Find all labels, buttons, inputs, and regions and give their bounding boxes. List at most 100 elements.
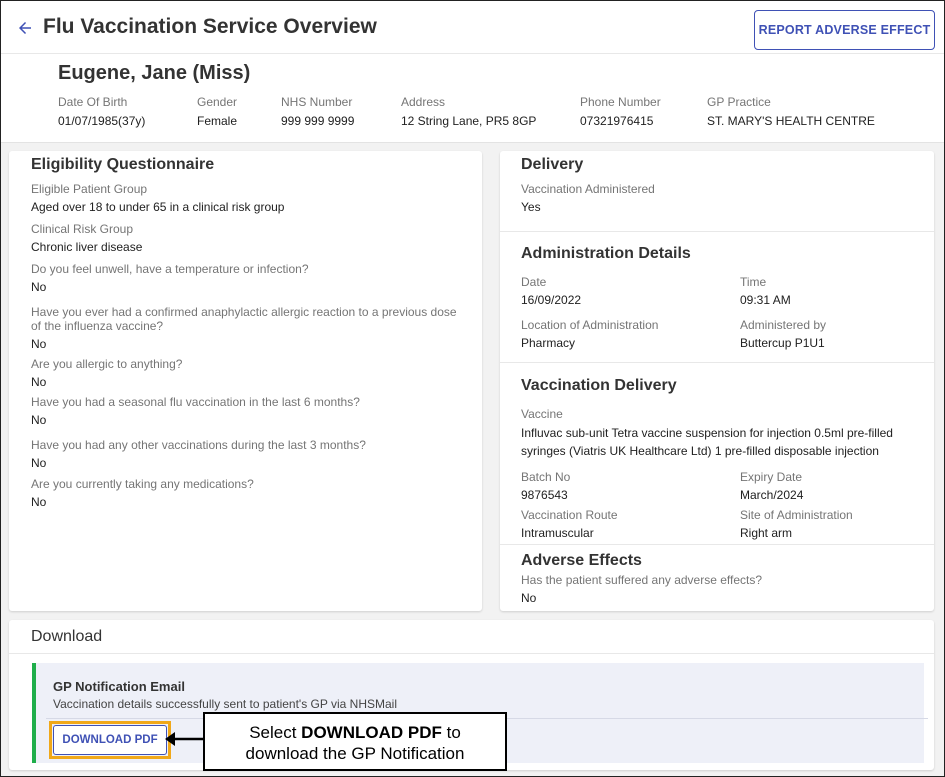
field-value: 9876543 (521, 488, 568, 502)
callout-line-1: Select DOWNLOAD PDF to (205, 722, 505, 743)
expiry-date: Expiry Date March/2024 (740, 470, 803, 502)
adverse-effects-question: Has the patient suffered any adverse eff… (521, 573, 762, 605)
field-label: Has the patient suffered any adverse eff… (521, 573, 763, 587)
field-label: Expiry Date (740, 470, 803, 484)
field-value: No (521, 591, 537, 605)
notification-title: GP Notification Email (53, 679, 185, 694)
divider (9, 653, 934, 654)
divider (500, 362, 934, 363)
page-header: Flu Vaccination Service Overview REPORT … (1, 1, 944, 143)
field-value: March/2024 (740, 488, 804, 502)
page-title: Flu Vaccination Service Overview (43, 15, 377, 38)
field-value: Right arm (740, 526, 793, 540)
field-value: Influvac sub-unit Tetra vaccine suspensi… (521, 426, 893, 458)
delivery-card: Delivery Vaccination Administered Yes Ad… (500, 151, 934, 611)
vaccination-delivery-title: Vaccination Delivery (521, 377, 677, 394)
field-value: 07321976415 (580, 114, 654, 128)
question: Are you currently taking any medications… (31, 477, 254, 491)
question: Have you had a seasonal flu vaccination … (31, 395, 360, 409)
field-label: Vaccination Administered (521, 182, 655, 196)
field-label: Administered by (740, 318, 827, 332)
administration-time: Time 09:31 AM (740, 275, 791, 307)
eligibility-item: Have you had a seasonal flu vaccination … (31, 395, 360, 427)
question: Do you feel unwell, have a temperature o… (31, 262, 309, 276)
instruction-callout: Select DOWNLOAD PDF to download the GP N… (203, 712, 507, 771)
vaccination-route: Vaccination Route Intramuscular (521, 508, 618, 540)
administration-location: Location of Administration Pharmacy (521, 318, 658, 350)
site-of-administration: Site of Administration Right arm (740, 508, 853, 540)
divider (500, 231, 934, 232)
callout-prefix: Select (249, 723, 302, 742)
eligibility-item: Have you had any other vaccinations duri… (31, 438, 366, 470)
eligibility-item: Do you feel unwell, have a temperature o… (31, 262, 309, 294)
callout-bold: DOWNLOAD PDF (301, 723, 442, 742)
eligibility-item: Eligible Patient Group Aged over 18 to u… (31, 182, 284, 214)
field-label: Site of Administration (740, 508, 853, 522)
field-label: NHS Number (281, 95, 353, 109)
patient-dob: Date Of Birth 01/07/1985(37y) (58, 95, 145, 128)
question: Eligible Patient Group (31, 182, 148, 196)
answer: No (31, 375, 47, 389)
field-label: Phone Number (580, 95, 661, 109)
field-value: 09:31 AM (740, 293, 791, 307)
notification-text: Vaccination details successfully sent to… (53, 697, 398, 711)
field-label: Gender (197, 95, 238, 109)
question: Have you had any other vaccinations duri… (31, 438, 366, 452)
answer: No (31, 280, 47, 294)
answer: No (31, 413, 47, 427)
eligibility-item: Have you ever had a confirmed anaphylact… (31, 305, 461, 351)
field-label: Date (521, 275, 547, 289)
field-value: Yes (521, 200, 541, 214)
callout-arrow-icon (165, 732, 203, 746)
arrow-back-icon[interactable] (16, 19, 34, 37)
callout-line-2: download the GP Notification (245, 744, 465, 763)
field-label: GP Practice (707, 95, 771, 109)
answer: No (31, 495, 47, 509)
field-label: Address (401, 95, 446, 109)
field-label: Date Of Birth (58, 95, 128, 109)
answer: Aged over 18 to under 65 in a clinical r… (31, 200, 285, 214)
field-value: Pharmacy (521, 336, 576, 350)
question: Clinical Risk Group (31, 222, 134, 236)
field-value: Female (197, 114, 238, 128)
patient-phone: Phone Number 07321976415 (580, 95, 661, 128)
field-label: Location of Administration (521, 318, 659, 332)
field-label: Batch No (521, 470, 571, 484)
callout-suffix: to (441, 723, 461, 742)
patient-address: Address 12 String Lane, PR5 8GP (401, 95, 536, 128)
answer: No (31, 456, 47, 470)
download-pdf-button[interactable]: DOWNLOAD PDF (53, 725, 167, 755)
eligibility-item: Are you allergic to anything? No (31, 357, 182, 389)
vaccination-administered: Vaccination Administered Yes (521, 182, 655, 214)
batch-number: Batch No 9876543 (521, 470, 570, 502)
question: Have you ever had a confirmed anaphylact… (31, 305, 457, 333)
administered-by: Administered by Buttercup P1U1 (740, 318, 826, 350)
adverse-effects-title: Adverse Effects (521, 552, 642, 569)
field-value: 12 String Lane, PR5 8GP (401, 114, 537, 128)
administration-date: Date 16/09/2022 (521, 275, 581, 307)
divider (500, 544, 934, 545)
field-value: 999 999 9999 (281, 114, 355, 128)
field-label: Time (740, 275, 767, 289)
eligibility-title: Eligibility Questionnaire (31, 156, 215, 173)
eligibility-item: Are you currently taking any medications… (31, 477, 254, 509)
field-label: Vaccine (521, 407, 563, 421)
field-label: Vaccination Route (521, 508, 618, 522)
eligibility-card: Eligibility Questionnaire Eligible Patie… (9, 151, 482, 611)
field-value: 01/07/1985(37y) (58, 114, 146, 128)
patient-gp-practice: GP Practice ST. MARY'S HEALTH CENTRE (707, 95, 875, 128)
divider (1, 53, 944, 54)
patient-nhs-number: NHS Number 999 999 9999 (281, 95, 354, 128)
question: Are you allergic to anything? (31, 357, 183, 371)
patient-gender: Gender Female (197, 95, 237, 128)
field-value: 16/09/2022 (521, 293, 582, 307)
answer: No (31, 337, 47, 351)
field-value: ST. MARY'S HEALTH CENTRE (707, 114, 875, 128)
report-adverse-effect-button[interactable]: REPORT ADVERSE EFFECT (754, 10, 935, 50)
field-value: Buttercup P1U1 (740, 336, 825, 350)
field-value: Intramuscular (521, 526, 594, 540)
vaccine-field: Vaccine Influvac sub-unit Tetra vaccine … (521, 407, 921, 460)
eligibility-item: Clinical Risk Group Chronic liver diseas… (31, 222, 142, 254)
download-title: Download (31, 628, 103, 645)
delivery-title: Delivery (521, 156, 584, 173)
